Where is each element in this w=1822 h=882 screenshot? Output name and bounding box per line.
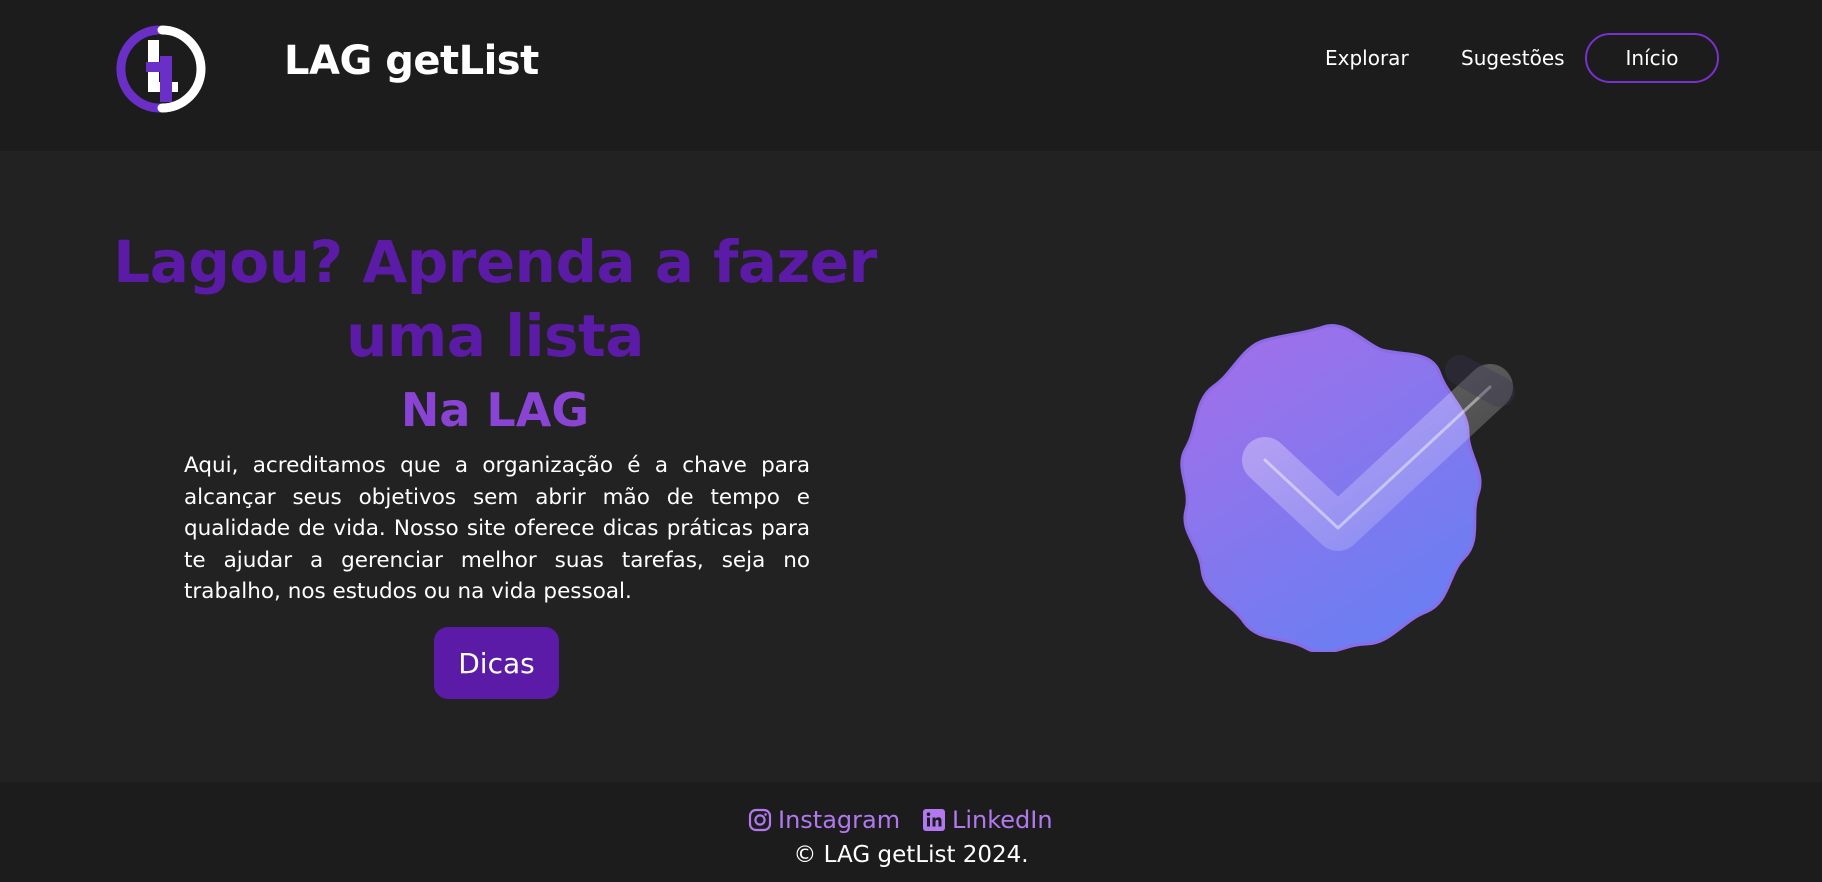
nav-sugestoes[interactable]: Sugestões [1461, 46, 1565, 70]
nav-inicio-button[interactable]: Início [1585, 33, 1719, 83]
linkedin-link[interactable]: LinkedIn [922, 806, 1053, 834]
site-header: LAG getList Explorar Sugestões Início [0, 0, 1822, 151]
copyright-text: © LAG getList 2024. [793, 842, 1029, 868]
verified-check-badge-icon [1180, 323, 1515, 652]
instagram-icon [748, 808, 772, 832]
instagram-link[interactable]: Instagram [748, 806, 900, 834]
nav-explorar[interactable]: Explorar [1325, 46, 1409, 70]
linkedin-label: LinkedIn [952, 806, 1053, 834]
dicas-button[interactable]: Dicas [434, 627, 559, 699]
hero-title: Lagou? Aprenda a fazer uma lista [113, 228, 877, 370]
linkedin-icon [923, 809, 945, 831]
lag-logo-icon[interactable] [110, 24, 210, 114]
brand-title[interactable]: LAG getList [284, 38, 539, 84]
hero-subtitle: Na LAG [400, 383, 590, 437]
instagram-label: Instagram [778, 806, 901, 834]
hero-description: Aqui, acreditamos que a organização é a … [184, 453, 810, 604]
